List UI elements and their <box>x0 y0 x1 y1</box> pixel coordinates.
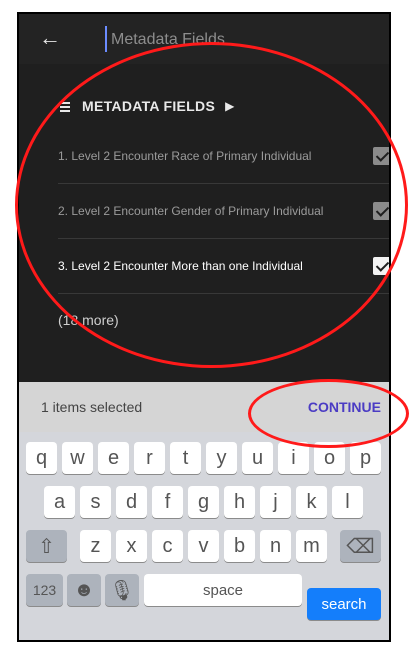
key-r[interactable]: r <box>134 442 165 474</box>
search-key[interactable]: search <box>307 588 381 620</box>
space-key[interactable]: space <box>144 574 302 606</box>
key-a[interactable]: a <box>44 486 75 518</box>
numbers-key[interactable]: 123 <box>26 574 63 606</box>
keyboard-row-2: a s d f g h j k l <box>19 486 389 518</box>
emoji-icon[interactable]: ☻ <box>67 574 101 606</box>
keyboard-row-bottom: 123 ☻ 🎙 space search <box>19 574 389 620</box>
microphone-icon[interactable]: 🎙 <box>105 574 139 606</box>
key-y[interactable]: y <box>206 442 237 474</box>
key-i[interactable]: i <box>278 442 309 474</box>
key-c[interactable]: c <box>152 530 183 562</box>
key-m[interactable]: m <box>296 530 327 562</box>
onscreen-keyboard: q w e r t y u i o p a s d f g h j k l ⇧ … <box>19 432 389 640</box>
text-cursor <box>105 26 107 52</box>
key-p[interactable]: p <box>350 442 381 474</box>
key-q[interactable]: q <box>26 442 57 474</box>
key-k[interactable]: k <box>296 486 327 518</box>
backspace-icon[interactable]: ⌫ <box>340 530 381 562</box>
keyboard-row-3: ⇧ z x c v b n m ⌫ <box>19 530 389 562</box>
key-d[interactable]: d <box>116 486 147 518</box>
key-b[interactable]: b <box>224 530 255 562</box>
key-x[interactable]: x <box>116 530 147 562</box>
key-w[interactable]: w <box>62 442 93 474</box>
key-v[interactable]: v <box>188 530 219 562</box>
key-g[interactable]: g <box>188 486 219 518</box>
key-j[interactable]: j <box>260 486 291 518</box>
key-e[interactable]: e <box>98 442 129 474</box>
annotation-ellipse-continue <box>248 379 409 448</box>
key-n[interactable]: n <box>260 530 291 562</box>
annotation-ellipse-list <box>15 42 408 368</box>
shift-icon[interactable]: ⇧ <box>26 530 67 562</box>
selected-count: 1 items selected <box>41 399 143 415</box>
key-u[interactable]: u <box>242 442 273 474</box>
key-s[interactable]: s <box>80 486 111 518</box>
back-arrow-icon[interactable]: ← <box>39 26 63 50</box>
key-t[interactable]: t <box>170 442 201 474</box>
key-z[interactable]: z <box>80 530 111 562</box>
key-l[interactable]: l <box>332 486 363 518</box>
key-h[interactable]: h <box>224 486 255 518</box>
key-f[interactable]: f <box>152 486 183 518</box>
